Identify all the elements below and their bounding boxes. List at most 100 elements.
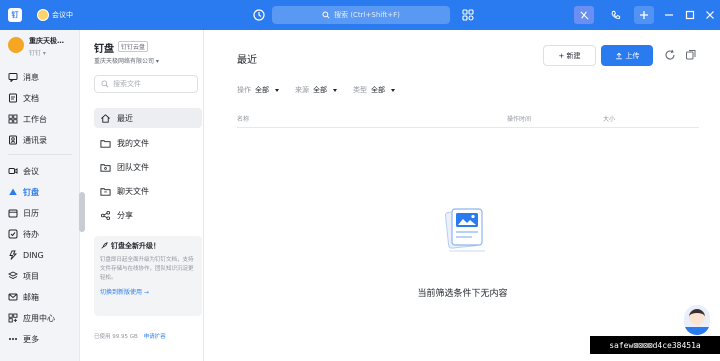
minimize-button[interactable] <box>662 8 676 22</box>
empty-state-text: 当前筛选条件下无内容 <box>417 289 508 299</box>
nav-item-ding[interactable]: DING <box>8 247 76 263</box>
nav-item-meeting[interactable]: 会议 <box>8 163 76 179</box>
maximize-icon <box>685 10 695 20</box>
pen-slash-icon <box>579 10 589 20</box>
drive-item-chat-files[interactable]: 聊天文件 <box>94 181 202 201</box>
transfer-list-icon[interactable] <box>685 49 697 61</box>
nav-item-messages[interactable]: 消息 <box>8 69 76 85</box>
share-icon <box>100 210 111 220</box>
todo-icon <box>8 229 18 239</box>
nav-item-more[interactable]: 更多 <box>8 331 76 347</box>
close-button[interactable] <box>703 8 717 22</box>
filter-value: 全部 <box>313 86 327 94</box>
chevron-down-icon <box>391 88 395 92</box>
drive-search-placeholder: 搜索文件 <box>113 80 141 88</box>
nav-label-todo: 待办 <box>23 229 39 239</box>
minimize-icon <box>665 14 673 16</box>
storage-expand-link[interactable]: 申请扩容 <box>144 332 166 340</box>
org-avatar <box>8 37 24 53</box>
global-search-input[interactable]: 搜索 (Ctrl+Shift+F) <box>272 6 450 24</box>
filter-type[interactable]: 类型 全部 <box>353 85 395 95</box>
nav-item-contacts[interactable]: 通讯录 <box>8 132 76 148</box>
filter-label: 操作 <box>237 86 251 94</box>
org-switcher[interactable]: 重庆天极… 钉钉 ▾ <box>8 36 64 57</box>
promo-title: 钉盘全新升级！ <box>111 242 160 250</box>
filter-label: 类型 <box>353 86 367 94</box>
apps-grid-icon[interactable] <box>461 8 475 22</box>
promo-switch-link[interactable]: 切换到新版使用 → <box>100 287 196 296</box>
storage-info: 已使用 99.95 GB 申请扩容 <box>94 332 166 340</box>
more-icon <box>9 338 17 340</box>
nav-item-mail[interactable]: 邮箱 <box>8 289 76 305</box>
upload-icon <box>615 52 622 59</box>
column-size[interactable]: 大小 <box>603 114 615 123</box>
filter-source[interactable]: 来源 全部 <box>295 85 337 95</box>
new-button[interactable]: + 新建 <box>543 45 596 66</box>
maximize-button[interactable] <box>683 8 697 22</box>
nav-item-workbench[interactable]: 工作台 <box>8 111 76 127</box>
history-icon[interactable] <box>252 8 266 22</box>
nav-label-ding: DING <box>23 250 44 260</box>
page-title: 最近 <box>237 55 257 66</box>
add-button[interactable] <box>634 6 654 24</box>
drive-search-input[interactable]: 搜索文件 <box>94 75 198 93</box>
app-center-icon <box>8 313 18 323</box>
nav-resize-handle[interactable] <box>79 192 85 232</box>
drive-label-my-files: 我的文件 <box>117 138 149 148</box>
ai-assistant-avatar[interactable] <box>684 305 710 335</box>
filter-operation[interactable]: 操作 全部 <box>237 85 279 95</box>
org-name: 重庆天极… <box>29 37 64 45</box>
plus-icon <box>640 11 648 19</box>
drive-label-team-files: 团队文件 <box>117 162 149 172</box>
nav-label-app-center: 应用中心 <box>23 313 55 323</box>
filter-value: 全部 <box>255 86 269 94</box>
nav-item-docs[interactable]: 文档 <box>8 90 76 106</box>
message-icon <box>8 73 18 82</box>
column-op-time[interactable]: 操作时间 <box>507 114 531 123</box>
refresh-icon[interactable] <box>664 49 676 61</box>
primary-nav: 重庆天极… 钉钉 ▾ 消息 文档 工作台 通讯录 会议 钉盘 日历 待办 DIN… <box>0 30 80 361</box>
search-placeholder: 搜索 (Ctrl+Shift+F) <box>334 11 400 19</box>
folder-icon <box>100 139 111 148</box>
upload-button[interactable]: 上传 <box>601 45 653 66</box>
mail-icon <box>8 293 18 301</box>
ding-icon <box>9 250 18 260</box>
chevron-down-icon <box>333 88 337 92</box>
nav-item-drive[interactable]: 钉盘 <box>8 184 76 200</box>
meeting-icon <box>8 168 18 174</box>
drive-item-recent[interactable]: 最近 <box>94 108 202 128</box>
team-folder-icon <box>100 163 111 172</box>
nav-label-docs: 文档 <box>23 93 39 103</box>
search-icon <box>322 11 330 19</box>
chevron-down-icon <box>275 88 279 92</box>
storage-used: 已使用 99.95 GB <box>94 334 138 340</box>
nav-item-project[interactable]: 项目 <box>8 268 76 284</box>
chat-folder-icon <box>100 187 111 196</box>
drive-tag: 钉钉云盘 <box>118 41 149 52</box>
drive-item-my-files[interactable]: 我的文件 <box>94 133 202 153</box>
nav-label-workbench: 工作台 <box>23 114 47 124</box>
project-icon <box>8 271 18 280</box>
home-icon <box>101 113 110 123</box>
nav-divider <box>8 154 72 155</box>
drive-item-share[interactable]: 分享 <box>94 205 202 225</box>
empty-state-illustration <box>444 208 485 252</box>
cloud-drive-icon <box>9 188 17 195</box>
phone-button[interactable] <box>605 6 625 24</box>
column-name[interactable]: 名称 <box>237 114 249 123</box>
drive-org-selector[interactable]: 重庆天极网络有限公司 ▾ <box>94 56 159 65</box>
file-table-header: 名称 操作时间 大小 <box>237 110 699 128</box>
edit-tool-button[interactable] <box>574 6 594 24</box>
org-status: 钉钉 ▾ <box>29 50 46 57</box>
nav-label-drive: 钉盘 <box>23 187 39 197</box>
meeting-status[interactable]: 会议中 <box>34 7 79 23</box>
title-bar: 钉 会议中 搜索 (Ctrl+Shift+F) <box>0 0 720 30</box>
meeting-label: 会议中 <box>52 11 73 19</box>
nav-item-calendar[interactable]: 日历 <box>8 205 76 221</box>
nav-item-todo[interactable]: 待办 <box>8 226 76 242</box>
assistant-face <box>689 309 705 325</box>
drive-item-team-files[interactable]: 团队文件 <box>94 157 202 177</box>
assistant-tag <box>684 327 710 335</box>
nav-item-app-center[interactable]: 应用中心 <box>8 310 76 326</box>
nav-label-mail: 邮箱 <box>23 292 39 302</box>
